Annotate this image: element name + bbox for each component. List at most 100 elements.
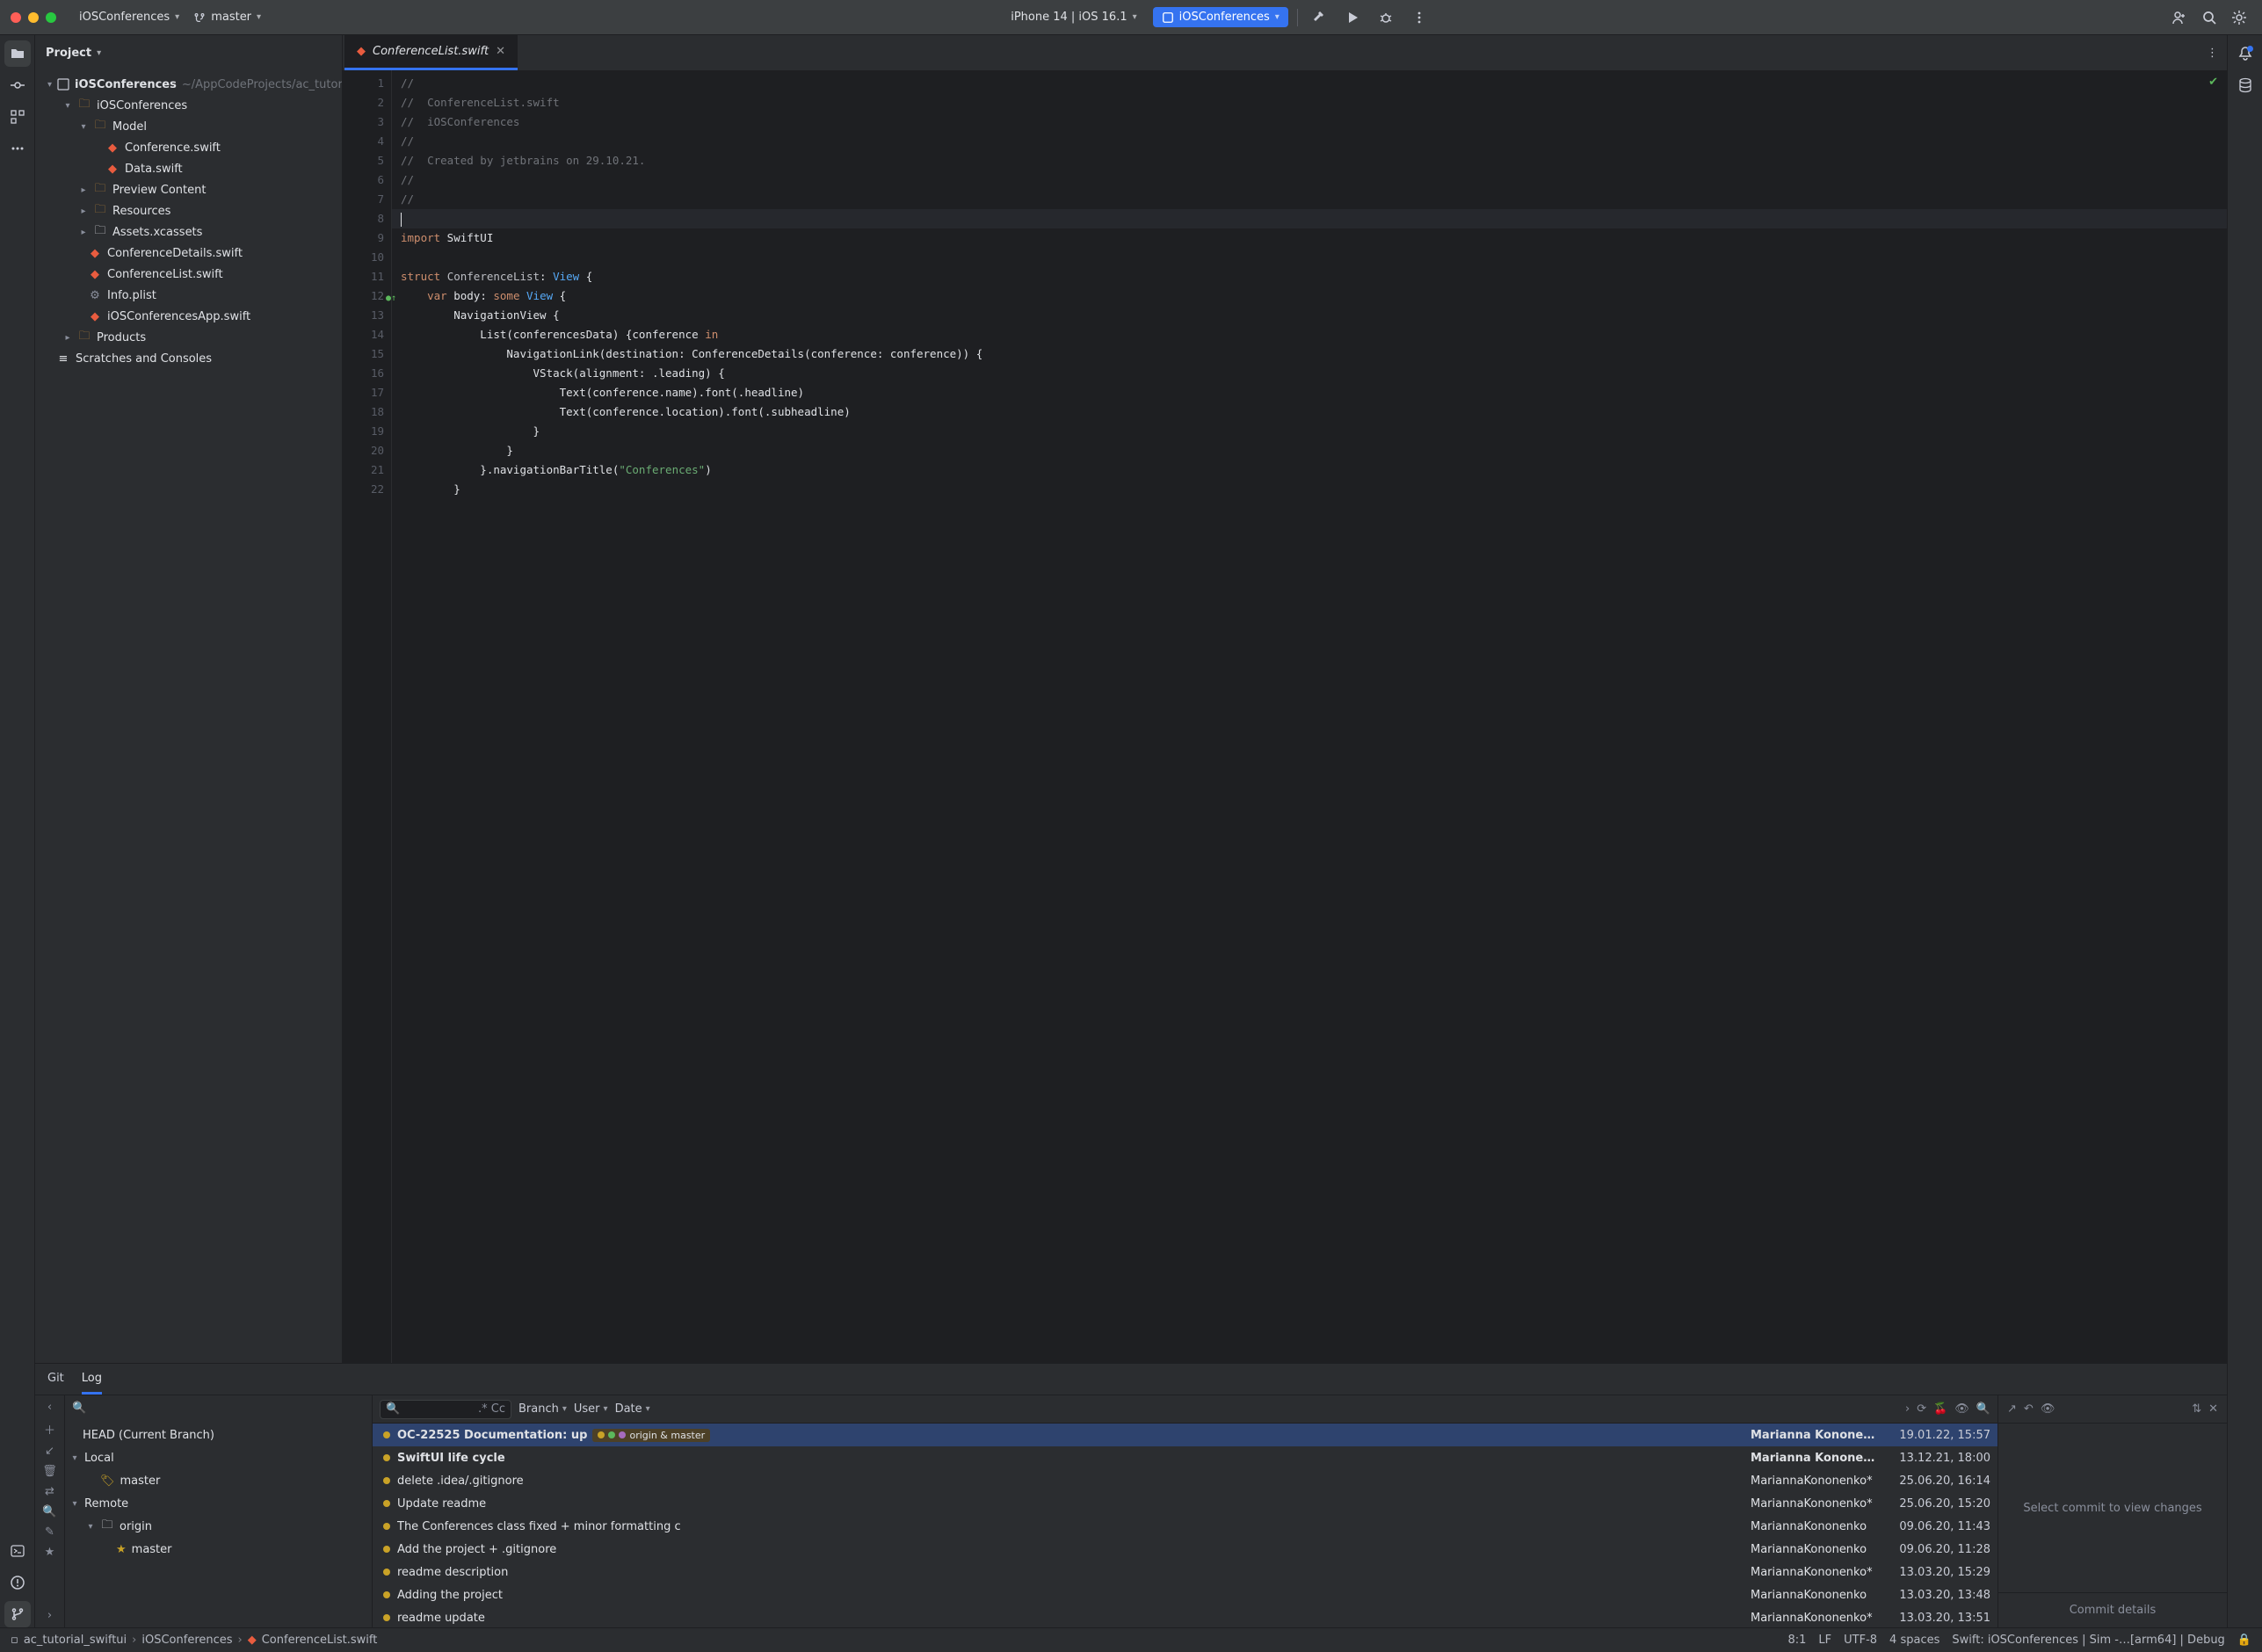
- commit-row[interactable]: Adding the projectMariannaKononenko13.03…: [373, 1583, 1997, 1606]
- expand-icon[interactable]: ⇅: [2192, 1402, 2201, 1416]
- minimize-window-button[interactable]: [28, 12, 39, 23]
- tree-label: iOSConferences: [75, 78, 177, 91]
- regex-toggle[interactable]: .*: [478, 1402, 488, 1416]
- tree-item[interactable]: ◆iOSConferencesApp.swift: [35, 306, 342, 327]
- commit-search-input[interactable]: 🔍.* Cc: [380, 1400, 511, 1419]
- more-run-button[interactable]: [1407, 5, 1432, 30]
- commit-row[interactable]: OC-22525 Documentation: up origin & mast…: [373, 1424, 1997, 1446]
- tree-item[interactable]: ◆Conference.swift: [35, 137, 342, 158]
- commit-row[interactable]: Add the project + .gitignoreMariannaKono…: [373, 1538, 1997, 1561]
- find-icon[interactable]: 🔍: [1976, 1402, 1990, 1416]
- commit-row[interactable]: delete .idea/.gitignoreMariannaKononenko…: [373, 1469, 1997, 1492]
- add-icon[interactable]: ＋: [44, 1421, 55, 1438]
- tree-item[interactable]: ◆ConferenceDetails.swift: [35, 243, 342, 264]
- branch-filter[interactable]: Branch▾: [518, 1402, 567, 1416]
- settings-button[interactable]: [2227, 5, 2251, 30]
- tree-item[interactable]: ▸🗀Preview Content: [35, 179, 342, 200]
- git-tab[interactable]: Git: [47, 1364, 64, 1395]
- head-branch-row[interactable]: HEAD (Current Branch): [65, 1424, 372, 1446]
- go-to-hash-icon[interactable]: ›: [1905, 1402, 1910, 1416]
- favorite-icon[interactable]: ★: [45, 1546, 55, 1559]
- structure-tool-button[interactable]: [4, 104, 31, 130]
- branches-search[interactable]: 🔍: [65, 1395, 372, 1420]
- project-selector[interactable]: iOSConferences ▾: [72, 7, 186, 27]
- remote-group[interactable]: ▾Remote: [65, 1492, 372, 1515]
- local-branch-row[interactable]: 🏷master: [65, 1469, 372, 1492]
- caret-position[interactable]: 8:1: [1787, 1634, 1806, 1647]
- collapse-icon[interactable]: ‹: [47, 1401, 52, 1414]
- tree-item[interactable]: ▸🗀Resources: [35, 200, 342, 221]
- encoding[interactable]: UTF-8: [1844, 1634, 1877, 1647]
- commit-row[interactable]: readme descriptionMariannaKononenko*13.0…: [373, 1561, 1997, 1583]
- swift-config[interactable]: Swift: iOSConferences | Sim -…[arm64] | …: [1952, 1634, 2224, 1647]
- problems-tool-button[interactable]: [4, 1569, 31, 1596]
- debug-button[interactable]: [1374, 5, 1398, 30]
- commit-row[interactable]: The Conferences class fixed + minor form…: [373, 1515, 1997, 1538]
- commit-row[interactable]: SwiftUI life cycleMarianna Kononenko13.1…: [373, 1446, 1997, 1469]
- tree-item[interactable]: ▸🗀Products: [35, 327, 342, 348]
- git-tool-button[interactable]: [4, 1601, 31, 1627]
- code-with-me-button[interactable]: [2167, 5, 2192, 30]
- indent[interactable]: 4 spaces: [1889, 1634, 1939, 1647]
- database-tool-button[interactable]: [2232, 72, 2258, 98]
- line-ending[interactable]: LF: [1818, 1634, 1831, 1647]
- tree-item[interactable]: ◆ConferenceList.swift: [35, 264, 342, 285]
- search-icon: [2201, 10, 2217, 25]
- close-window-button[interactable]: [11, 12, 21, 23]
- tree-item[interactable]: ⚙Info.plist: [35, 285, 342, 306]
- device-selector[interactable]: iPhone 14 | iOS 16.1 ▾: [1004, 7, 1143, 27]
- tree-scratches[interactable]: ≡Scratches and Consoles: [35, 348, 342, 369]
- project-tool-button[interactable]: [4, 40, 31, 67]
- branch-selector[interactable]: master ▾: [186, 7, 268, 27]
- assets-icon: 🗀: [93, 225, 107, 239]
- close-icon[interactable]: ✕: [2208, 1402, 2218, 1416]
- compare-icon[interactable]: ⇄: [45, 1485, 54, 1498]
- project-panel-header[interactable]: Project ▾: [35, 35, 342, 70]
- commit-row[interactable]: readme updateMariannaKononenko*13.03.20,…: [373, 1606, 1997, 1627]
- breadcrumb[interactable]: ▫ ac_tutorial_swiftui › iOSConferences ›…: [11, 1634, 377, 1647]
- maximize-window-button[interactable]: [46, 12, 56, 23]
- lock-icon[interactable]: 🔒: [2237, 1634, 2251, 1647]
- log-tab[interactable]: Log: [82, 1364, 102, 1395]
- origin-group[interactable]: ▾🗀origin: [65, 1515, 372, 1538]
- terminal-tool-button[interactable]: [4, 1538, 31, 1564]
- code-area[interactable]: //// ConferenceList.swift// iOSConferenc…: [392, 70, 2227, 1363]
- origin-branch-row[interactable]: ★master: [65, 1538, 372, 1561]
- checkout-icon[interactable]: ↙: [45, 1445, 54, 1458]
- date-filter[interactable]: Date▾: [615, 1402, 650, 1416]
- tree-item[interactable]: ▾🗀Model: [35, 116, 342, 137]
- swift-icon: ◆: [88, 309, 102, 323]
- case-toggle[interactable]: Cc: [491, 1402, 505, 1416]
- run-button[interactable]: [1340, 5, 1365, 30]
- commit-tool-button[interactable]: [4, 72, 31, 98]
- user-filter[interactable]: User▾: [574, 1402, 608, 1416]
- run-config-selector[interactable]: iOSConferences ▾: [1153, 7, 1288, 27]
- tree-root[interactable]: ▾ iOSConferences ~/AppCodeProjects/ac_tu…: [35, 74, 342, 95]
- tree-item[interactable]: ▸🗀Assets.xcassets: [35, 221, 342, 243]
- prev-diff-icon[interactable]: ↗: [2007, 1402, 2017, 1416]
- build-button[interactable]: [1307, 5, 1331, 30]
- close-icon[interactable]: ✕: [496, 45, 505, 58]
- search-icon[interactable]: 🔍: [42, 1505, 56, 1518]
- tag-icon: 🏷: [100, 1474, 115, 1488]
- editor-tab[interactable]: ◆ ConferenceList.swift ✕: [344, 35, 518, 70]
- commit-list: OC-22525 Documentation: up origin & mast…: [373, 1424, 1997, 1627]
- more-tools-button[interactable]: [4, 135, 31, 162]
- cherry-pick-icon[interactable]: 🍒: [1933, 1402, 1947, 1416]
- tree-item[interactable]: ▾🗀iOSConferences: [35, 95, 342, 116]
- commit-row[interactable]: Update readmeMariannaKononenko*25.06.20,…: [373, 1492, 1997, 1515]
- local-group[interactable]: ▾Local: [65, 1446, 372, 1469]
- eye-icon[interactable]: 👁: [2041, 1402, 2055, 1416]
- refresh-icon[interactable]: ⟳: [1917, 1402, 1926, 1416]
- eye-icon[interactable]: 👁: [1954, 1402, 1969, 1416]
- search-everywhere-button[interactable]: [2197, 5, 2222, 30]
- editor-body[interactable]: 123456789101112●↑13141516171819202122 //…: [343, 70, 2227, 1363]
- editor-tab-menu[interactable]: ⋮: [2198, 35, 2227, 70]
- notifications-button[interactable]: [2232, 40, 2258, 67]
- delete-icon[interactable]: 🗑: [42, 1465, 57, 1478]
- tree-item[interactable]: ◆Data.swift: [35, 158, 342, 179]
- expand-icon[interactable]: ›: [47, 1609, 52, 1622]
- revert-icon[interactable]: ↶: [2024, 1402, 2034, 1416]
- chevron-down-icon: ▾: [97, 48, 101, 58]
- edit-icon[interactable]: ✎: [45, 1525, 54, 1539]
